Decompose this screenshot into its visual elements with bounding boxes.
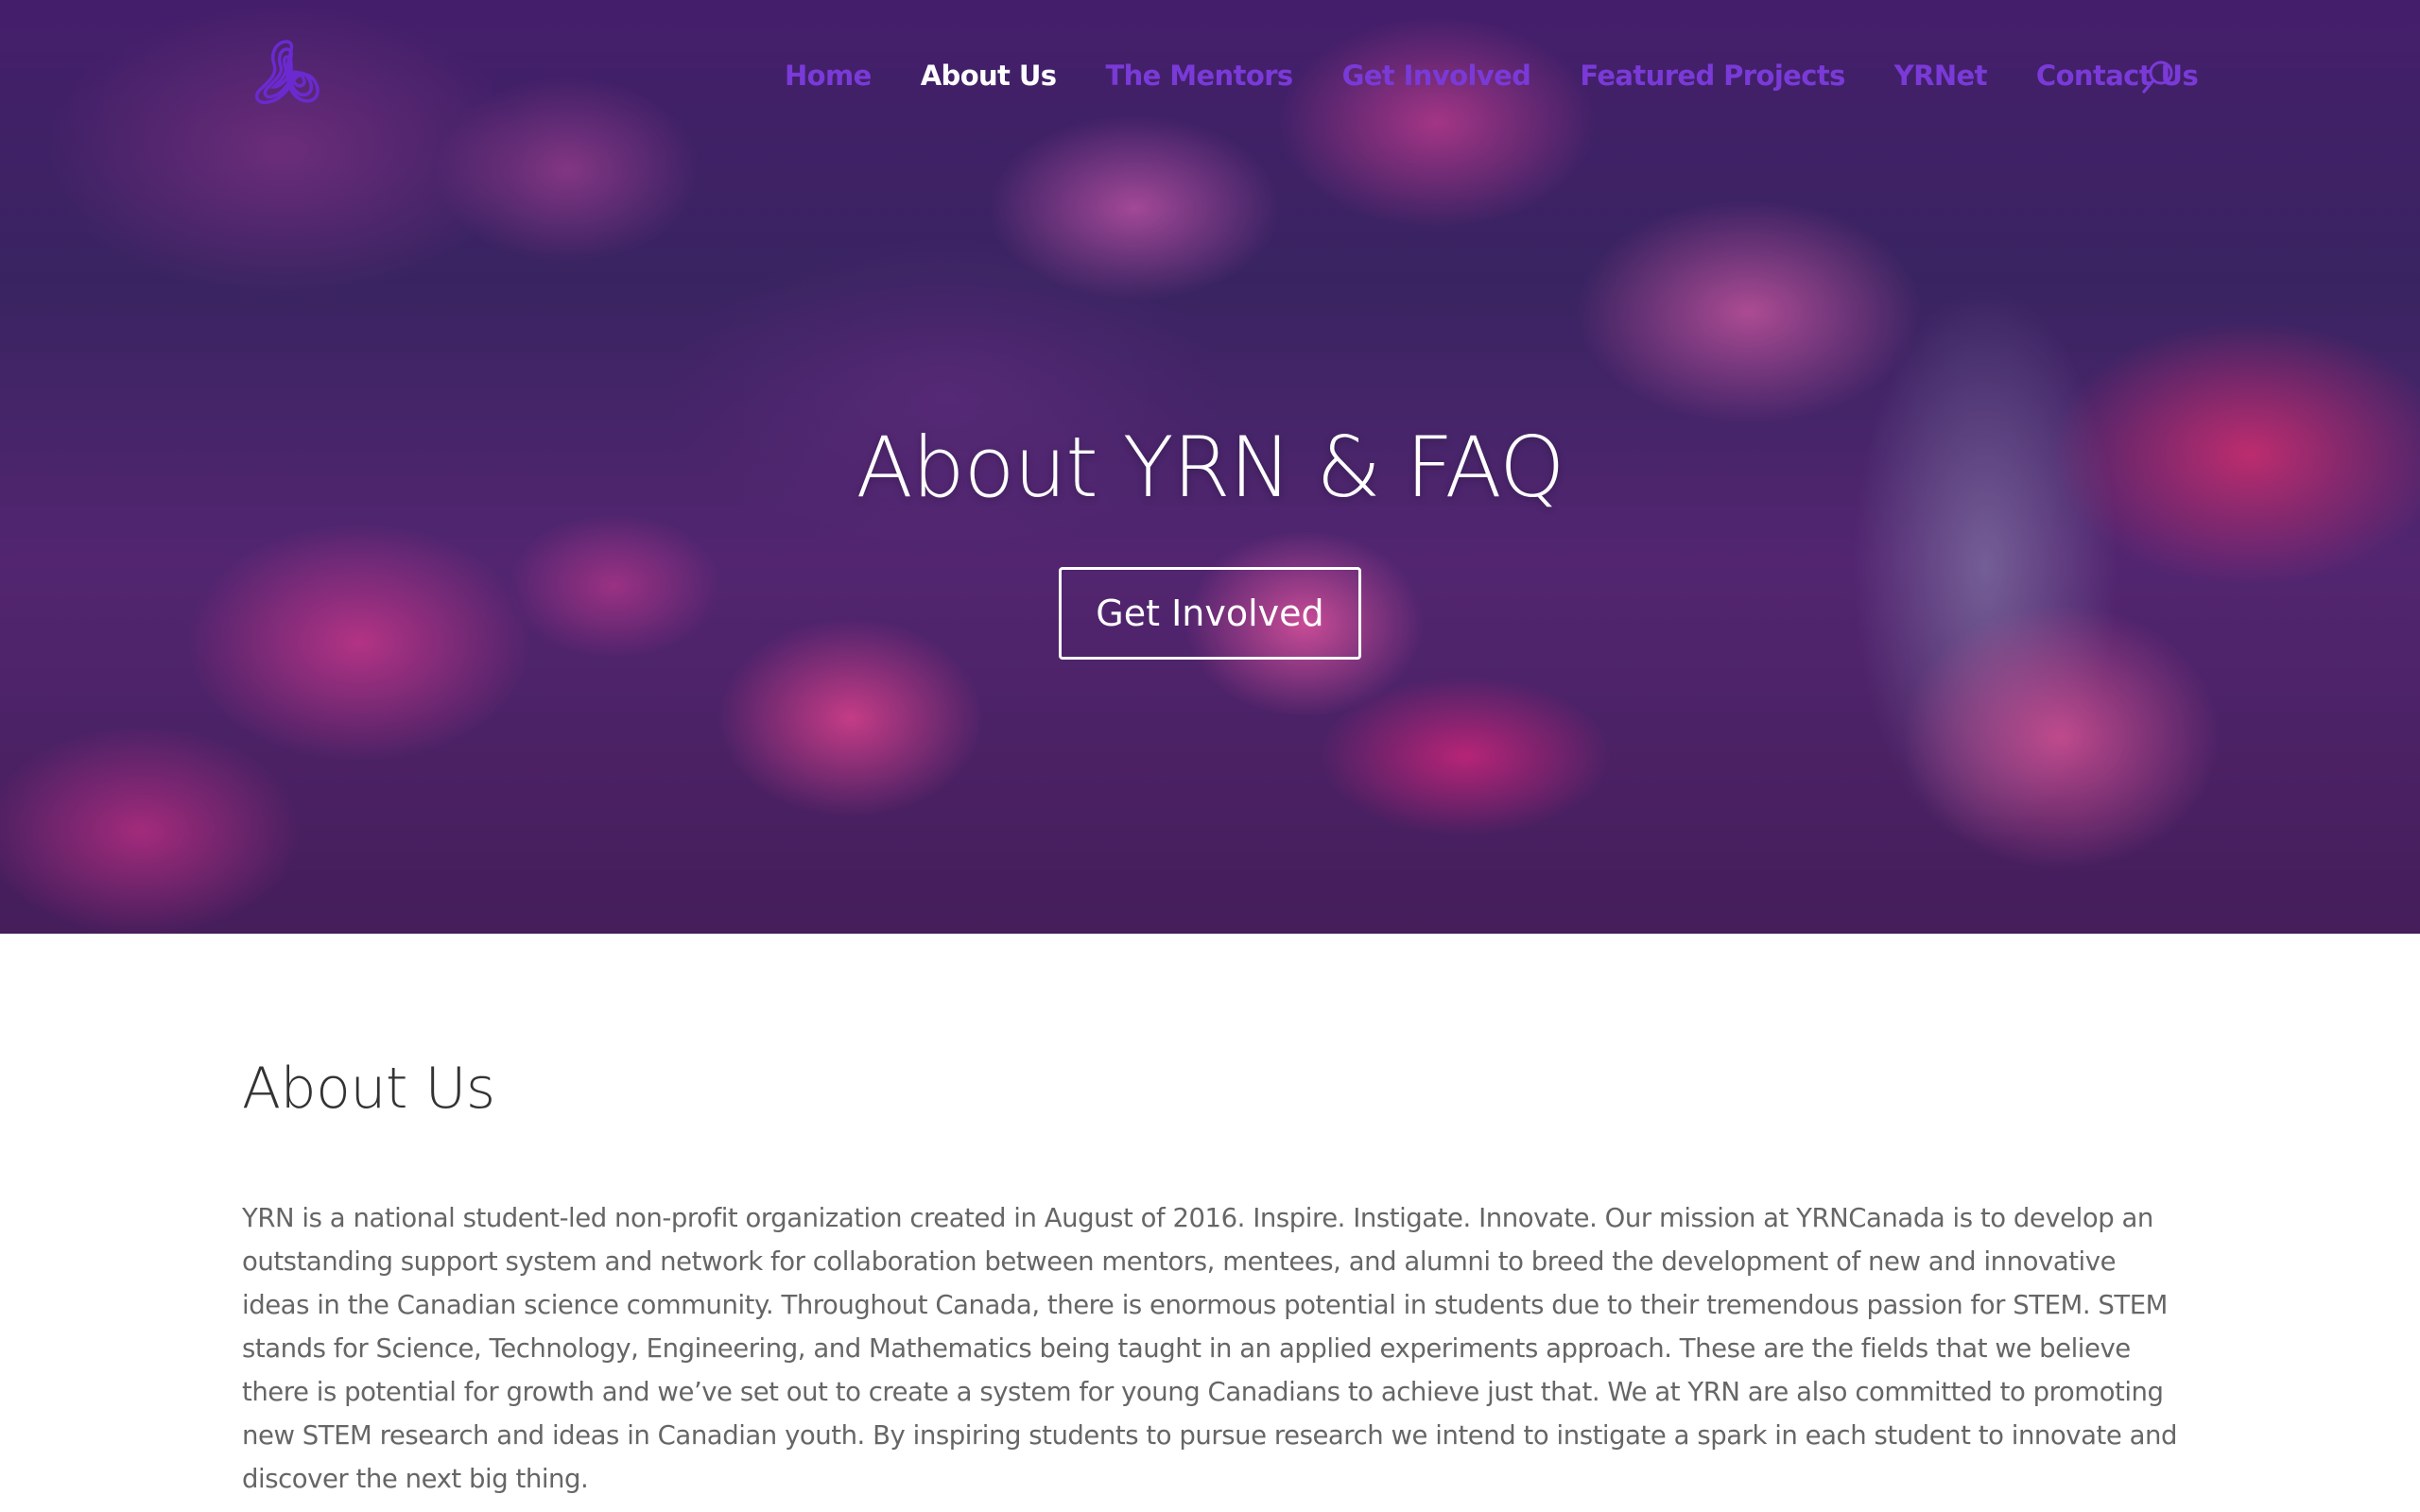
nav-item-yrnet[interactable]: YRNet [1894,60,1988,92]
yrn-knot-logo-icon [254,40,320,105]
nav-item-featured-projects[interactable]: Featured Projects [1580,60,1845,92]
nav-item-the-mentors[interactable]: The Mentors [1105,60,1293,92]
nav-item-about-us[interactable]: About Us [921,60,1057,92]
main-nav: Home About Us The Mentors Get Involved F… [785,55,2247,96]
site-header: Home About Us The Mentors Get Involved F… [0,0,2420,151]
about-heading: About Us [242,1056,495,1122]
get-involved-button[interactable]: Get Involved [1059,567,1361,660]
search-icon [2142,60,2173,94]
about-body: YRN is a national student-led non-profit… [242,1203,2177,1494]
hero-banner: Home About Us The Mentors Get Involved F… [0,0,2420,934]
hero-title: About YRN & FAQ [856,419,1565,516]
about-section: About Us YRN is a national student-led n… [242,1049,2180,1501]
search-button[interactable] [2140,59,2176,96]
logo-link[interactable] [250,36,325,108]
nav-item-home[interactable]: Home [785,60,872,92]
nav-item-get-involved[interactable]: Get Involved [1342,60,1531,92]
